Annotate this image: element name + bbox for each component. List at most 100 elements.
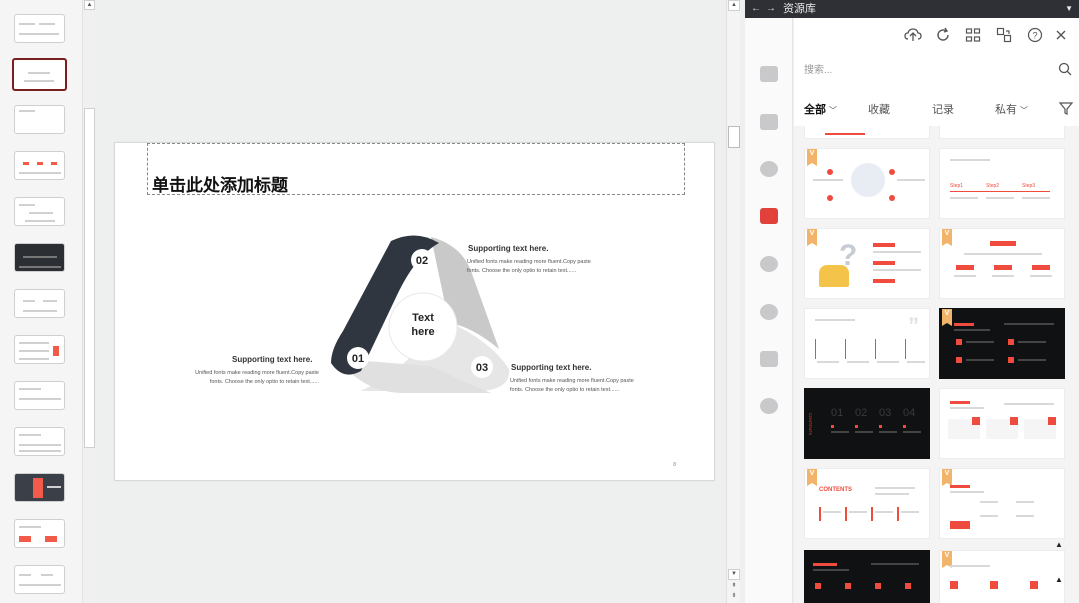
filter-tabs: 全部 ﹀ 收藏 记录 私有 ﹀ <box>794 98 1079 120</box>
template-card[interactable] <box>804 126 930 139</box>
search-input[interactable] <box>804 62 1044 78</box>
refresh-icon[interactable] <box>935 27 951 43</box>
brush-icon[interactable] <box>760 398 778 414</box>
filter-icon[interactable] <box>1059 101 1073 115</box>
palette-icon[interactable] <box>760 161 778 177</box>
slide-thumbnail-selected[interactable] <box>12 58 67 91</box>
scroll-down-arrow-icon[interactable]: ▼ <box>728 569 740 580</box>
scroll-to-top-icon[interactable]: ▲ <box>1053 540 1065 550</box>
back-arrow-icon[interactable]: ← <box>751 0 761 18</box>
tab-favorites[interactable]: 收藏 <box>868 101 890 117</box>
number-label: 01 <box>831 407 844 419</box>
point-02-line2: fonts. Choose the only optio to retain t… <box>467 268 577 274</box>
tab-private[interactable]: 私有 ﹀ <box>995 101 1028 117</box>
template-card[interactable]: Step1 Step2 Step3 <box>939 148 1065 219</box>
close-icon[interactable] <box>1053 27 1069 43</box>
template-card[interactable]: V <box>939 308 1065 379</box>
svg-text:?: ? <box>1032 31 1037 41</box>
number-label: 02 <box>855 407 868 419</box>
template-card[interactable] <box>939 388 1065 459</box>
image-icon[interactable] <box>760 351 778 367</box>
tab-all-label: 全部 <box>804 104 826 116</box>
template-card[interactable]: V <box>939 550 1065 603</box>
point-01-line1: Unified fonts make reading more fluent.C… <box>195 370 319 376</box>
scroll-up-arrow-icon[interactable]: ▲ <box>728 0 740 11</box>
point-02-heading[interactable]: Supporting text here. <box>468 244 548 253</box>
number-label: 03 <box>879 407 892 419</box>
point-01-line2: fonts. Choose the only optio to retain t… <box>209 379 319 385</box>
template-card[interactable]: V CONTENTS <box>804 468 930 539</box>
point-03-body[interactable]: Unified fonts make reading more fluent.C… <box>510 377 634 395</box>
chevron-down-icon: ﹀ <box>829 106 837 115</box>
scroll-up-icon[interactable]: ▲ <box>1053 575 1065 585</box>
panel-menu-dropdown-icon[interactable]: ▼ <box>1065 0 1073 18</box>
slide-thumbnail[interactable] <box>14 243 65 272</box>
title-placeholder-box[interactable]: 单击此处添加标题 <box>147 143 685 196</box>
vip-badge: V <box>942 309 952 326</box>
resource-panel: ? 全部﹀ 收藏 记录 私有﹀ V Step1 Step2 Step3 <box>794 18 1079 603</box>
chevron-down-icon: ﹀ <box>1020 106 1028 115</box>
thumbnail-scrollbar[interactable]: ▲ <box>82 0 95 603</box>
slide-thumbnail[interactable] <box>14 427 65 456</box>
template-card[interactable]: V ? <box>804 228 930 299</box>
scroll-up-arrow-icon[interactable]: ▲ <box>84 0 95 10</box>
vip-badge: V <box>942 229 952 246</box>
slide-thumbnail[interactable] <box>14 105 65 134</box>
slide-thumbnail[interactable] <box>14 381 65 410</box>
center-text-line2: here <box>411 326 434 338</box>
resource-category-rail <box>745 18 793 603</box>
forward-arrow-icon[interactable]: → <box>766 0 776 18</box>
vip-badge: V <box>942 469 952 486</box>
slide-thumbnail[interactable] <box>14 197 65 226</box>
number-03: 03 <box>476 362 488 374</box>
help-icon[interactable]: ? <box>1027 27 1043 43</box>
layout-switch-icon[interactable] <box>996 27 1012 43</box>
contents-vertical-label: CONTENTS <box>808 413 813 435</box>
search-icon[interactable] <box>1058 62 1072 76</box>
point-03-heading[interactable]: Supporting text here. <box>511 363 591 372</box>
slide-thumbnail[interactable] <box>14 151 65 180</box>
triangle-cycle-diagram: 02 01 03 Text here <box>331 235 510 393</box>
video-icon[interactable] <box>760 66 778 82</box>
slide-thumbnail[interactable] <box>14 14 65 43</box>
search-bar[interactable] <box>802 58 1072 82</box>
canvas-scrollbar[interactable]: ▲ ▼ ⇞ ⇟ <box>726 0 740 603</box>
tab-history[interactable]: 记录 <box>932 101 954 117</box>
slide-thumbnail[interactable] <box>14 473 65 502</box>
pie-chart-icon[interactable] <box>760 256 778 272</box>
step-label: Step3 <box>1022 183 1036 189</box>
template-card[interactable]: V <box>804 148 930 219</box>
point-03-line1: Unified fonts make reading more fluent.C… <box>510 378 634 384</box>
point-01-body[interactable]: Unified fonts make reading more fluent.C… <box>192 369 319 387</box>
resource-panel-title: 资源库 <box>783 3 816 15</box>
next-page-icon[interactable]: ⇟ <box>728 592 740 603</box>
point-01-heading[interactable]: Supporting text here. <box>232 355 312 364</box>
slide-thumbnail[interactable] <box>14 289 65 318</box>
point-03-line2: fonts. Choose the only optio to retain t… <box>510 387 620 393</box>
resource-panel-header: ← → 资源库 ▼ <box>745 0 1079 18</box>
slide-thumbnail[interactable] <box>14 565 65 594</box>
template-card[interactable]: V <box>939 468 1065 539</box>
template-card[interactable] <box>804 550 930 603</box>
tab-all[interactable]: 全部 ﹀ <box>804 101 837 117</box>
template-card[interactable] <box>939 126 1065 139</box>
template-card[interactable]: V <box>939 228 1065 299</box>
template-icon[interactable] <box>760 208 778 224</box>
cloud-upload-icon[interactable] <box>904 27 922 43</box>
title-placeholder-text[interactable]: 单击此处添加标题 <box>152 171 288 196</box>
slide[interactable]: 单击此处添加标题 02 01 03 Text here Supporting t… <box>114 142 715 481</box>
person-illustration <box>819 265 849 287</box>
phone-illustration <box>851 163 885 197</box>
scrollbar-thumb[interactable] <box>728 126 740 148</box>
slide-thumbnail-pane[interactable] <box>0 0 82 603</box>
slide-thumbnail[interactable] <box>14 335 65 364</box>
template-card[interactable]: ” <box>804 308 930 379</box>
point-02-body[interactable]: Unified fonts make reading more fluent.C… <box>467 258 591 276</box>
scrollbar-thumb[interactable] <box>84 108 95 448</box>
number-01: 01 <box>352 353 364 365</box>
card-icon[interactable] <box>760 114 778 130</box>
compass-icon[interactable] <box>760 304 778 320</box>
grid-view-icon[interactable] <box>965 27 981 43</box>
template-card[interactable]: CONTENTS 01 02 03 04 <box>804 388 930 459</box>
slide-thumbnail[interactable] <box>14 519 65 548</box>
